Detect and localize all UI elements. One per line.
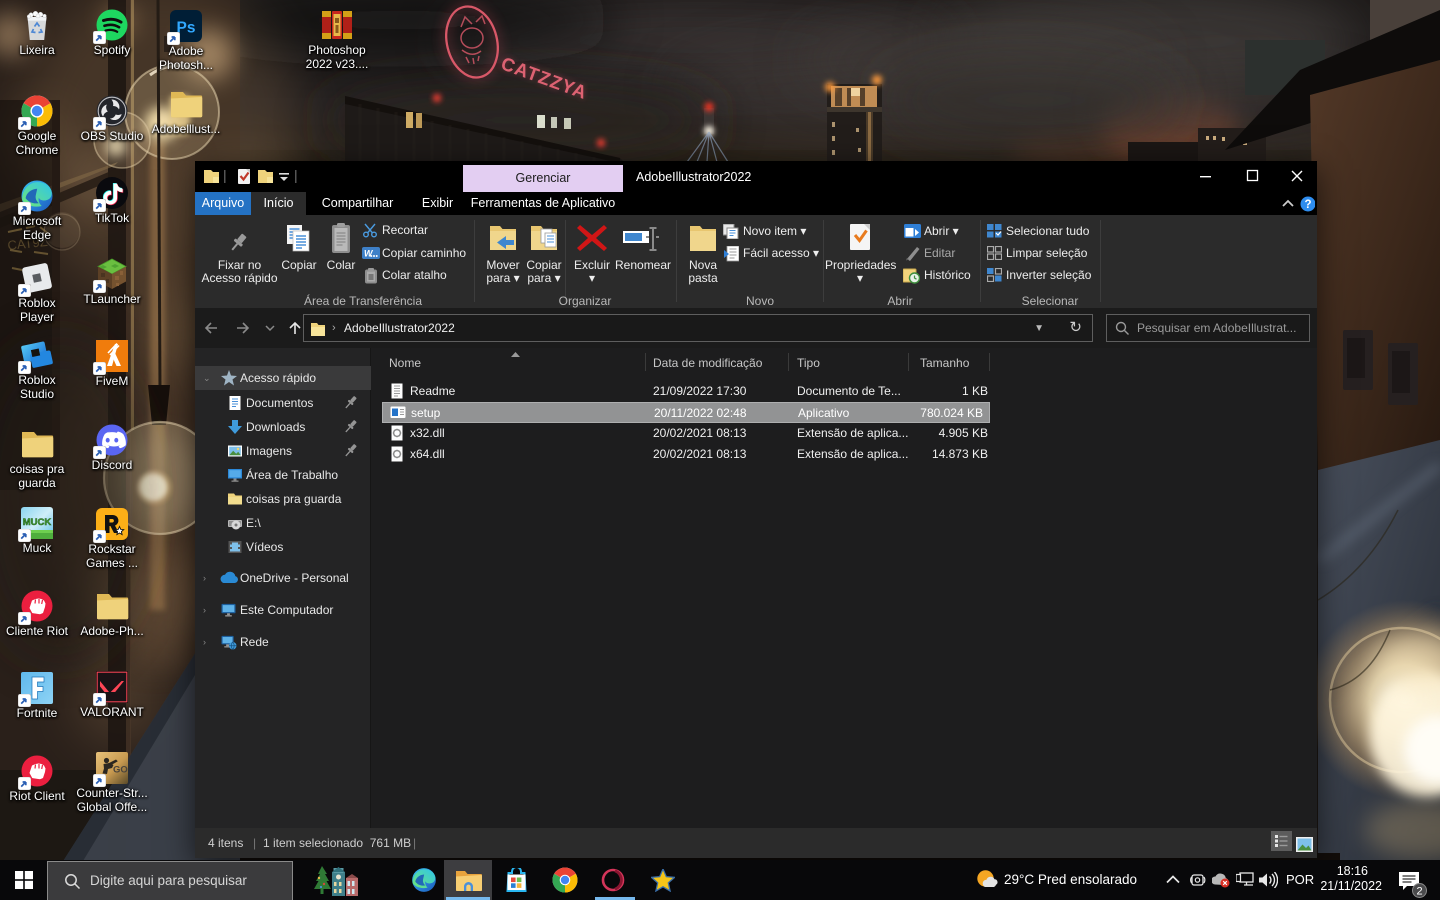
svg-text:?: ? (1304, 199, 1311, 211)
svg-text:MUCK: MUCK (23, 517, 52, 528)
svg-text:2: 2 (1416, 886, 1422, 898)
svg-text:GO: GO (113, 765, 128, 776)
